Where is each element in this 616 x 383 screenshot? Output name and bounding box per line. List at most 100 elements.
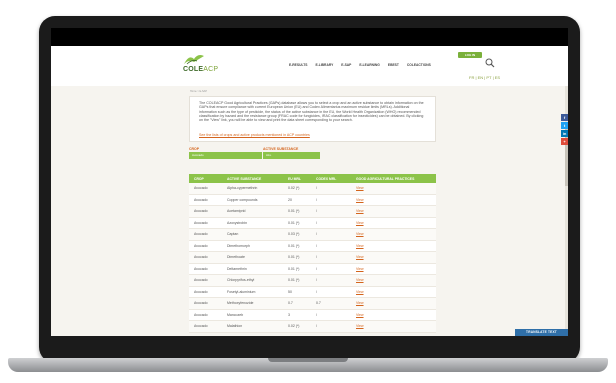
col-active-substance[interactable]: ACTIVE SUBSTANCE (223, 177, 285, 181)
translate-button[interactable]: TRANSLATE TEXT (515, 329, 568, 336)
linkedin-icon[interactable]: in (561, 130, 568, 137)
plus-icon[interactable]: + (561, 138, 568, 145)
col-crop[interactable]: CROP (189, 177, 223, 181)
cell-eu-mrl: 20 (288, 197, 292, 202)
table-row: Avocado Copper compounds 20 / View (189, 194, 436, 206)
cell-gap: View (352, 255, 436, 259)
cell-gap: View (352, 209, 436, 213)
table-body: Avocado Alpha-cypermethrin 0.02 (*) / View Av… (189, 183, 436, 333)
cell-codex-mrl: / (316, 312, 317, 317)
cell-active-substance: Acetamiprid (227, 209, 246, 214)
cell-codex-mrl: / (316, 197, 317, 202)
cell-eu-mrl: 0.01 (*) (288, 243, 300, 248)
view-link[interactable]: View (356, 198, 364, 202)
nav-e-sap[interactable]: E-SAP (341, 63, 351, 67)
cell-eu-mrl: 0.01 (*) (288, 255, 300, 260)
cell-crop: Avocado (194, 312, 208, 317)
cell-crop: Avocado (194, 186, 208, 191)
cell-codex-mrl: / (316, 243, 317, 248)
cell-eu-mrl: 0.01 (*) (288, 266, 300, 271)
cell-eu-mrl: 0.01 (*) (288, 209, 300, 214)
view-link[interactable]: View (356, 290, 364, 294)
cell-codex-mrl: / (316, 232, 317, 237)
search-icon[interactable] (485, 58, 495, 68)
cell-eu-mrl: 0.7 (288, 301, 293, 306)
cell-crop: Avocado (194, 197, 208, 202)
view-link[interactable]: View (356, 255, 364, 259)
cell-active-substance: Dimethoate (227, 255, 245, 260)
site-header: COLEACP E-RESULTS E-LIBRARY E-SAP E-LEAR… (51, 46, 568, 86)
col-gap[interactable]: GOOD AGRICULTURAL PRACTICES (352, 177, 436, 181)
cell-codex-mrl: 0.7 (316, 301, 321, 306)
table-row: Avocado Methoxyfenozide 0.7 0.7 View (189, 298, 436, 310)
cell-codex-mrl: / (316, 266, 317, 271)
gap-table: CROP ACTIVE SUBSTANCE EU MRL CODEX MRL G… (189, 174, 436, 333)
cell-active-substance: Mancozeb (227, 312, 244, 317)
cell-active-substance: Dimethomorph (227, 243, 250, 248)
table-header: CROP ACTIVE SUBSTANCE EU MRL CODEX MRL G… (189, 174, 436, 183)
language-switcher[interactable]: FR | EN | PT | ES (469, 75, 500, 80)
nav-e-results[interactable]: E-RESULTS (289, 63, 307, 67)
nav-coleactions[interactable]: COLEACTIONS (407, 63, 431, 67)
cell-eu-mrl: 0.01 (*) (288, 278, 300, 283)
nav-e-learning[interactable]: E-LEARNING (359, 63, 380, 67)
view-link[interactable]: View (356, 221, 364, 225)
substance-filter-label: ACTIVE SUBSTANCE (263, 147, 299, 151)
cell-crop: Avocado (194, 324, 208, 329)
view-link[interactable]: View (356, 267, 364, 271)
cell-active-substance: Alpha-cypermethrin (227, 186, 258, 191)
cell-active-substance: Malathion (227, 324, 243, 329)
intro-box: The COLEACP Good Agricultural Practices … (189, 96, 436, 142)
cell-crop: Avocado (194, 209, 208, 214)
col-codex-mrl[interactable]: CODEX MRL (312, 177, 352, 181)
view-link[interactable]: View (356, 313, 364, 317)
cell-active-substance: Deltamethrin (227, 266, 247, 271)
site-logo[interactable]: COLEACP (183, 66, 218, 73)
laptop-notch (268, 358, 348, 362)
cell-gap: View (352, 324, 436, 328)
cell-codex-mrl: / (316, 289, 317, 294)
view-link[interactable]: View (356, 278, 364, 282)
browser-viewport: COLEACP E-RESULTS E-LIBRARY E-SAP E-LEAR… (51, 46, 568, 336)
table-row: Avocado Chlorpyrifos-ethyl 0.01 (*) / View (189, 275, 436, 287)
crop-list-link[interactable]: See the lists of crops and active produc… (199, 133, 310, 137)
view-link[interactable]: View (356, 324, 364, 328)
facebook-icon[interactable]: f (561, 114, 568, 121)
view-link[interactable]: View (356, 186, 364, 190)
cell-gap: View (352, 244, 436, 248)
twitter-icon[interactable]: t (561, 122, 568, 129)
nav-ebest[interactable]: EBEST (388, 63, 399, 67)
cell-gap: View (352, 278, 436, 282)
cell-crop: Avocado (194, 289, 208, 294)
view-link[interactable]: View (356, 244, 364, 248)
col-eu-mrl[interactable]: EU MRL (285, 177, 312, 181)
cell-active-substance: Methoxyfenozide (227, 301, 254, 306)
cell-codex-mrl: / (316, 324, 317, 329)
table-row: Avocado Dimethomorph 0.01 (*) / View (189, 240, 436, 252)
cell-active-substance: Fosetyl-aluminium (227, 289, 256, 294)
crop-filter-label: CROP (189, 147, 200, 151)
view-link[interactable]: View (356, 209, 364, 213)
cell-eu-mrl: 0.02 (*) (288, 324, 300, 329)
cell-gap: View (352, 232, 436, 236)
cell-codex-mrl: / (316, 278, 317, 283)
cell-active-substance: Azoxystrobin (227, 220, 248, 225)
cell-active-substance: Copper compounds (227, 197, 258, 202)
cell-active-substance: Chlorpyrifos-ethyl (227, 278, 255, 283)
crop-select[interactable]: Avocado (189, 152, 262, 159)
login-button[interactable]: LOG IN (458, 52, 482, 58)
nav-e-library[interactable]: E-LIBRARY (315, 63, 333, 67)
table-row: Avocado Acetamiprid 0.01 (*) / View (189, 206, 436, 218)
cell-gap: View (352, 267, 436, 271)
cell-gap: View (352, 186, 436, 190)
view-link[interactable]: View (356, 232, 364, 236)
table-row: Avocado Malathion 0.02 (*) / View (189, 321, 436, 333)
cell-codex-mrl: / (316, 186, 317, 191)
table-row: Avocado Deltamethrin 0.01 (*) / View (189, 263, 436, 275)
cell-gap: View (352, 198, 436, 202)
view-link[interactable]: View (356, 301, 364, 305)
cell-gap: View (352, 221, 436, 225)
cell-crop: Avocado (194, 301, 208, 306)
screen-bezel (51, 28, 568, 46)
substance-select[interactable]: ALL (263, 152, 320, 159)
